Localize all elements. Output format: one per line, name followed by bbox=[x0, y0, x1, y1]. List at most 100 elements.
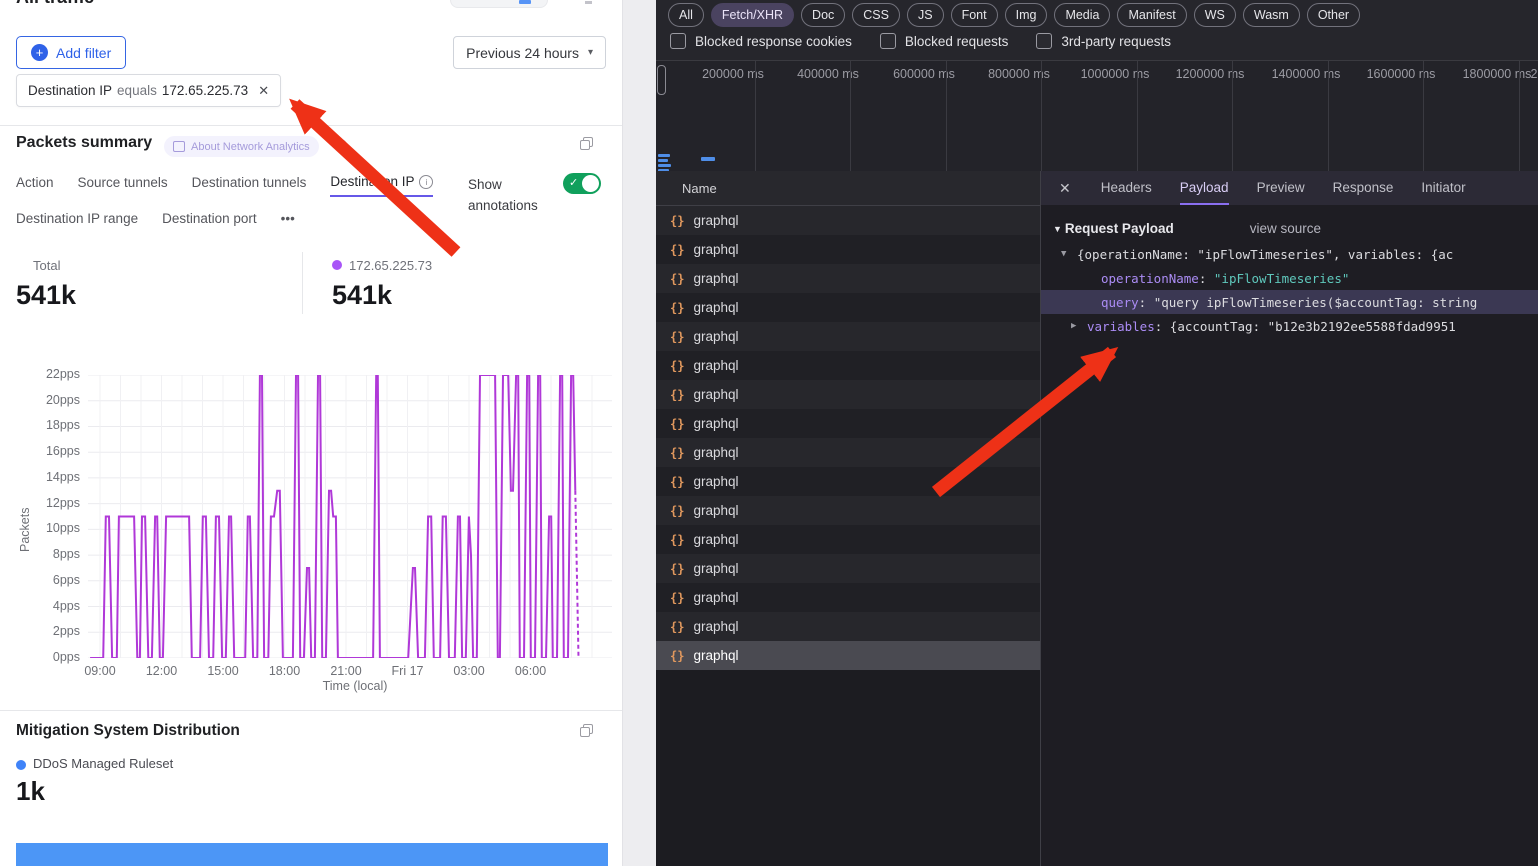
payload-tree-row[interactable]: operationName: "ipFlowTimeseries" bbox=[1041, 266, 1538, 290]
request-row[interactable]: {} graphql bbox=[656, 235, 1040, 264]
filter-pill[interactable]: Font bbox=[951, 3, 998, 27]
detail-tab[interactable]: Response bbox=[1333, 171, 1394, 205]
filter-pill[interactable]: Other bbox=[1307, 3, 1360, 27]
payload-tree-row[interactable]: ▼{operationName: "ipFlowTimeseries", var… bbox=[1041, 242, 1538, 266]
request-payload-title: Request Payload bbox=[1065, 221, 1174, 236]
request-row[interactable]: {} graphql bbox=[656, 409, 1040, 438]
filter-checkbox[interactable]: Blocked requests bbox=[880, 33, 1009, 49]
filter-pill[interactable]: Img bbox=[1005, 3, 1048, 27]
filter-pill[interactable]: WS bbox=[1194, 3, 1236, 27]
json-icon: {} bbox=[670, 446, 684, 460]
filter-checkbox[interactable]: Blocked response cookies bbox=[670, 33, 852, 49]
mitigation-legend: DDoS Managed Ruleset bbox=[33, 756, 173, 771]
book-icon bbox=[173, 141, 185, 152]
filter-checkbox[interactable]: 3rd-party requests bbox=[1036, 33, 1171, 49]
close-icon[interactable]: ✕ bbox=[1059, 180, 1071, 197]
analytics-panel: All traffic + Add filter Previous 24 hou… bbox=[0, 0, 623, 866]
detail-tab[interactable]: Initiator bbox=[1421, 171, 1465, 205]
x-tick-label: 18:00 bbox=[269, 664, 300, 678]
json-icon: {} bbox=[670, 272, 684, 286]
x-tick-label: 21:00 bbox=[330, 664, 361, 678]
request-name: graphql bbox=[693, 271, 738, 286]
network-filter-bar: All Fetch/XHR Doc CSS JS Font Img Media … bbox=[656, 0, 1538, 60]
request-row[interactable]: {} graphql bbox=[656, 322, 1040, 351]
x-tick-label: 09:00 bbox=[84, 664, 115, 678]
about-network-analytics-badge[interactable]: About Network Analytics bbox=[164, 136, 319, 157]
request-row[interactable]: {} graphql bbox=[656, 641, 1040, 670]
checkbox-label: Blocked requests bbox=[905, 34, 1009, 49]
json-icon: {} bbox=[670, 533, 684, 547]
screenshot-stage: All traffic + Add filter Previous 24 hou… bbox=[0, 0, 1538, 866]
payload-key: operationName bbox=[1101, 271, 1199, 286]
json-icon: {} bbox=[670, 388, 684, 402]
copy-card-icon[interactable] bbox=[580, 137, 593, 150]
timeline-gridline bbox=[1232, 61, 1233, 171]
timeline-gridline bbox=[1519, 61, 1520, 171]
network-overview-timeline[interactable]: 200000 ms 400000 ms 600000 ms 800000 ms … bbox=[656, 60, 1538, 172]
filter-pill[interactable]: Media bbox=[1054, 3, 1110, 27]
filter-pill[interactable]: Doc bbox=[801, 3, 845, 27]
y-tick-label: 4pps bbox=[20, 599, 80, 613]
request-row[interactable]: {} graphql bbox=[656, 380, 1040, 409]
request-row[interactable]: {} graphql bbox=[656, 467, 1040, 496]
filter-pill[interactable]: CSS bbox=[852, 3, 900, 27]
payload-tree: ▼{operationName: "ipFlowTimeseries", var… bbox=[1041, 242, 1538, 338]
filter-pill[interactable]: Wasm bbox=[1243, 3, 1300, 27]
show-annotations-toggle[interactable]: ✓ bbox=[563, 173, 601, 194]
json-icon: {} bbox=[670, 330, 684, 344]
payload-tree-row[interactable]: ▶variables: {accountTag: "b12e3b2192ee55… bbox=[1041, 314, 1538, 338]
card-divider bbox=[0, 125, 622, 126]
detail-tab[interactable]: Preview bbox=[1257, 171, 1305, 205]
payload-separator: : bbox=[1139, 295, 1154, 310]
overview-scroll-thumb[interactable] bbox=[657, 65, 666, 95]
filter-pill[interactable]: Manifest bbox=[1117, 3, 1186, 27]
time-range-dropdown[interactable]: Previous 24 hours ▾ bbox=[453, 36, 606, 69]
request-row[interactable]: {} graphql bbox=[656, 438, 1040, 467]
payload-tree-row[interactable]: query: "query ipFlowTimeseries($accountT… bbox=[1041, 290, 1538, 314]
show-annotations-label: Show annotations bbox=[468, 175, 554, 217]
request-row[interactable]: {} graphql bbox=[656, 525, 1040, 554]
checkbox-label: Blocked response cookies bbox=[695, 34, 852, 49]
name-column-header[interactable]: Name bbox=[656, 171, 1040, 206]
mitigation-value: 1k bbox=[16, 776, 45, 807]
collapse-triangle-icon[interactable]: ▼ bbox=[1053, 224, 1062, 234]
remove-filter-icon[interactable]: ✕ bbox=[258, 83, 269, 99]
request-row[interactable]: {} graphql bbox=[656, 496, 1040, 525]
filter-pill[interactable]: Fetch/XHR bbox=[711, 3, 794, 27]
detail-tab[interactable]: Payload bbox=[1180, 171, 1229, 205]
request-row[interactable]: {} graphql bbox=[656, 612, 1040, 641]
summary-tab[interactable]: Source tunnels i bbox=[78, 174, 168, 197]
detail-tab[interactable]: Headers bbox=[1101, 171, 1152, 205]
request-row[interactable]: {} graphql bbox=[656, 351, 1040, 380]
payload-key: query bbox=[1101, 295, 1139, 310]
request-detail-panel: ✕ Headers Payload Preview Response Initi… bbox=[1041, 171, 1538, 866]
request-row[interactable]: {} graphql bbox=[656, 264, 1040, 293]
summary-tab[interactable]: Destination port i bbox=[162, 211, 257, 232]
json-icon: {} bbox=[670, 475, 684, 489]
timeline-gridline bbox=[1328, 61, 1329, 171]
tree-arrow-icon[interactable]: ▶ bbox=[1071, 321, 1087, 331]
x-tick-label: 12:00 bbox=[146, 664, 177, 678]
summary-tab[interactable]: Destination IP i bbox=[330, 174, 433, 197]
request-mark bbox=[658, 159, 668, 162]
copy-card-icon[interactable] bbox=[580, 724, 593, 737]
request-row[interactable]: {} graphql bbox=[656, 583, 1040, 612]
checkbox-icon[interactable] bbox=[1036, 33, 1052, 49]
json-icon: {} bbox=[670, 301, 684, 315]
request-name: graphql bbox=[693, 358, 738, 373]
summary-tab[interactable]: ••• i bbox=[281, 211, 295, 232]
tree-arrow-icon[interactable]: ▼ bbox=[1061, 249, 1077, 259]
detail-tab-list: Headers Payload Preview Response Initiat… bbox=[1101, 171, 1466, 205]
view-source-link[interactable]: view source bbox=[1250, 221, 1321, 236]
request-row[interactable]: {} graphql bbox=[656, 206, 1040, 235]
request-row[interactable]: {} graphql bbox=[656, 293, 1040, 322]
clipped-header-pill bbox=[450, 0, 548, 8]
filter-pill[interactable]: All bbox=[668, 3, 704, 27]
checkbox-icon[interactable] bbox=[880, 33, 896, 49]
checkbox-icon[interactable] bbox=[670, 33, 686, 49]
stat-value: 541k bbox=[332, 280, 432, 311]
request-row[interactable]: {} graphql bbox=[656, 554, 1040, 583]
summary-tab[interactable]: Destination tunnels i bbox=[192, 174, 307, 197]
timeline-gridline bbox=[850, 61, 851, 171]
filter-pill[interactable]: JS bbox=[907, 3, 944, 27]
